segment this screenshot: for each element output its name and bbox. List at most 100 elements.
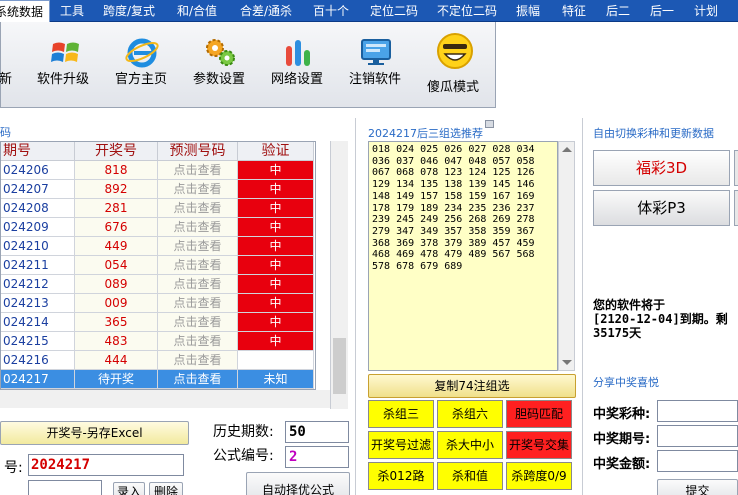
column-header-issue[interactable]: 期号 [1, 142, 75, 161]
simple-mode-button[interactable]: 傻瓜模式 [421, 22, 491, 108]
prediction-cell[interactable]: 点击查看 [158, 313, 238, 332]
license-expire-notice: 您的软件将于 [2120-12-04]到期。剩 35175天 [593, 298, 738, 340]
menu-item-kill[interactable]: 合差/通杀 [240, 0, 292, 22]
menu-item-sum[interactable]: 和/合值 [177, 0, 217, 22]
bar-chart-icon [286, 40, 310, 66]
draw-number-cell: 089 [75, 275, 158, 294]
filter-button[interactable]: 开奖号交集 [506, 431, 572, 459]
verify-cell [238, 351, 314, 370]
homepage-button[interactable]: 官方主页 [109, 22, 179, 108]
settings-button[interactable]: 参数设置 [187, 22, 257, 108]
enter-button[interactable]: 录入 [113, 482, 145, 495]
results-table: 期号 开奖号 预测号码 验证 024206 818 点击查看中 024207 892 点击… [0, 141, 316, 390]
scrollbar-thumb[interactable] [333, 338, 346, 394]
share-lottery-label: 中奖彩种: [593, 407, 651, 422]
filter-button[interactable]: 胆码匹配 [506, 400, 572, 428]
share-amount-label: 中奖金额: [593, 457, 651, 472]
upgrade-label: 软件升级 [37, 72, 90, 87]
filter-button[interactable]: 杀大中小 [437, 431, 503, 459]
prediction-cell[interactable]: 点击查看 [158, 218, 238, 237]
prediction-cell[interactable]: 点击查看 [158, 351, 238, 370]
filter-button[interactable]: 开奖号过滤 [368, 431, 434, 459]
prediction-cell[interactable]: 点击查看 [158, 294, 238, 313]
prediction-cell[interactable]: 点击查看 [158, 275, 238, 294]
expire-line-3: 35175天 [593, 326, 642, 340]
share-lottery-input[interactable] [657, 400, 738, 422]
verify-cell: 中 [238, 313, 314, 332]
prediction-cell[interactable]: 点击查看 [158, 180, 238, 199]
recommend-numbers-box[interactable]: 018 024 025 026 027 028 034 036 037 046 … [368, 141, 558, 371]
simple-mode-label: 傻瓜模式 [427, 80, 480, 95]
delete-button[interactable]: 删除 [149, 482, 183, 495]
lottery-ticai-button[interactable]: 体彩P3 [593, 190, 730, 226]
auto-select-formula-button[interactable]: 自动择优公式 [246, 472, 350, 495]
prediction-cell[interactable]: 点击查看 [158, 332, 238, 351]
issue-cell: 024215 [1, 332, 75, 351]
new-label: 新 [0, 72, 13, 87]
copy-combos-button[interactable]: 复制74注组选 [368, 374, 576, 398]
issue-cell: 024213 [1, 294, 75, 313]
monitor-icon [361, 39, 391, 65]
menu-item-span[interactable]: 跨度/复式 [103, 0, 155, 22]
share-issue-label: 中奖期号: [593, 432, 651, 447]
settings-label: 参数设置 [193, 72, 246, 87]
save-excel-button[interactable]: 开奖号-另存Excel [0, 421, 189, 445]
draw-number-cell: 444 [75, 351, 158, 370]
results-horizontal-scrollbar[interactable] [0, 390, 330, 408]
filter-button[interactable]: 杀组三 [368, 400, 434, 428]
results-vertical-scrollbar[interactable] [330, 141, 348, 409]
upgrade-button[interactable]: 软件升级 [31, 22, 101, 108]
update-data-button[interactable] [734, 150, 738, 186]
prediction-cell[interactable]: 点击查看 [158, 370, 238, 389]
history-count-input[interactable]: 50 [285, 421, 349, 443]
lottery-fucai-button[interactable]: 福彩3D [593, 150, 730, 186]
scroll-up-arrow-icon[interactable] [562, 147, 572, 152]
menu-item-system-data[interactable]: 系统数据 [0, 0, 50, 22]
issue-cell: 024206 [1, 161, 75, 180]
smiley-icon [437, 33, 473, 69]
filter-button[interactable]: 杀和值 [437, 462, 503, 490]
formula-number-input[interactable]: 2 [285, 446, 349, 468]
issue-cell: 024207 [1, 180, 75, 199]
new-button[interactable]: 新 [0, 22, 25, 108]
menu-item-feature[interactable]: 特征 [562, 0, 586, 22]
verify-cell: 中 [238, 332, 314, 351]
share-amount-input[interactable] [657, 450, 738, 472]
menu-item-unfixed-two[interactable]: 不定位二码 [437, 0, 497, 22]
windows-logo-icon [51, 42, 79, 62]
menu-item-amplitude[interactable]: 振幅 [516, 0, 540, 22]
menu-item-last-one[interactable]: 后一 [650, 0, 674, 22]
prediction-cell[interactable]: 点击查看 [158, 161, 238, 180]
share-win-title: 分享中奖喜悦 [593, 376, 659, 389]
filter-button[interactable]: 杀012路 [368, 462, 434, 490]
draw-number-input[interactable] [28, 480, 102, 495]
filter-button[interactable]: 杀组六 [437, 400, 503, 428]
prediction-cell[interactable]: 点击查看 [158, 199, 238, 218]
filter-button[interactable]: 杀跨度0/9 [506, 462, 572, 490]
draw-number-cell: 483 [75, 332, 158, 351]
recommend-scrollbar[interactable] [558, 141, 575, 371]
prediction-cell[interactable]: 点击查看 [158, 237, 238, 256]
menu-item-last-two[interactable]: 后二 [606, 0, 630, 22]
network-button[interactable]: 网络设置 [265, 22, 335, 108]
menu-item-fixed-two[interactable]: 定位二码 [370, 0, 418, 22]
network-label: 网络设置 [271, 72, 324, 87]
scroll-down-arrow-icon[interactable] [562, 360, 572, 365]
ie-browser-icon [125, 38, 159, 68]
column-header-prediction[interactable]: 预测号码 [158, 142, 238, 161]
menu-item-plan[interactable]: 计划 [694, 0, 718, 22]
logout-button[interactable]: 注销软件 [343, 22, 413, 108]
column-header-verify[interactable]: 验证 [238, 142, 314, 161]
column-header-draw[interactable]: 开奖号 [75, 142, 158, 161]
menu-item-tools[interactable]: 工具 [60, 0, 84, 22]
prediction-cell[interactable]: 点击查看 [158, 256, 238, 275]
menu-item-digits[interactable]: 百十个 [313, 0, 349, 22]
draw-number-cell: 449 [75, 237, 158, 256]
gears-icon [206, 39, 235, 66]
share-issue-input[interactable] [657, 425, 738, 447]
update-data-button-2[interactable] [734, 190, 738, 226]
submit-share-button[interactable]: 提交 [657, 479, 738, 495]
verify-cell: 中 [238, 237, 314, 256]
issue-cell: 024210 [1, 237, 75, 256]
issue-input[interactable]: 2024217 [28, 454, 184, 476]
